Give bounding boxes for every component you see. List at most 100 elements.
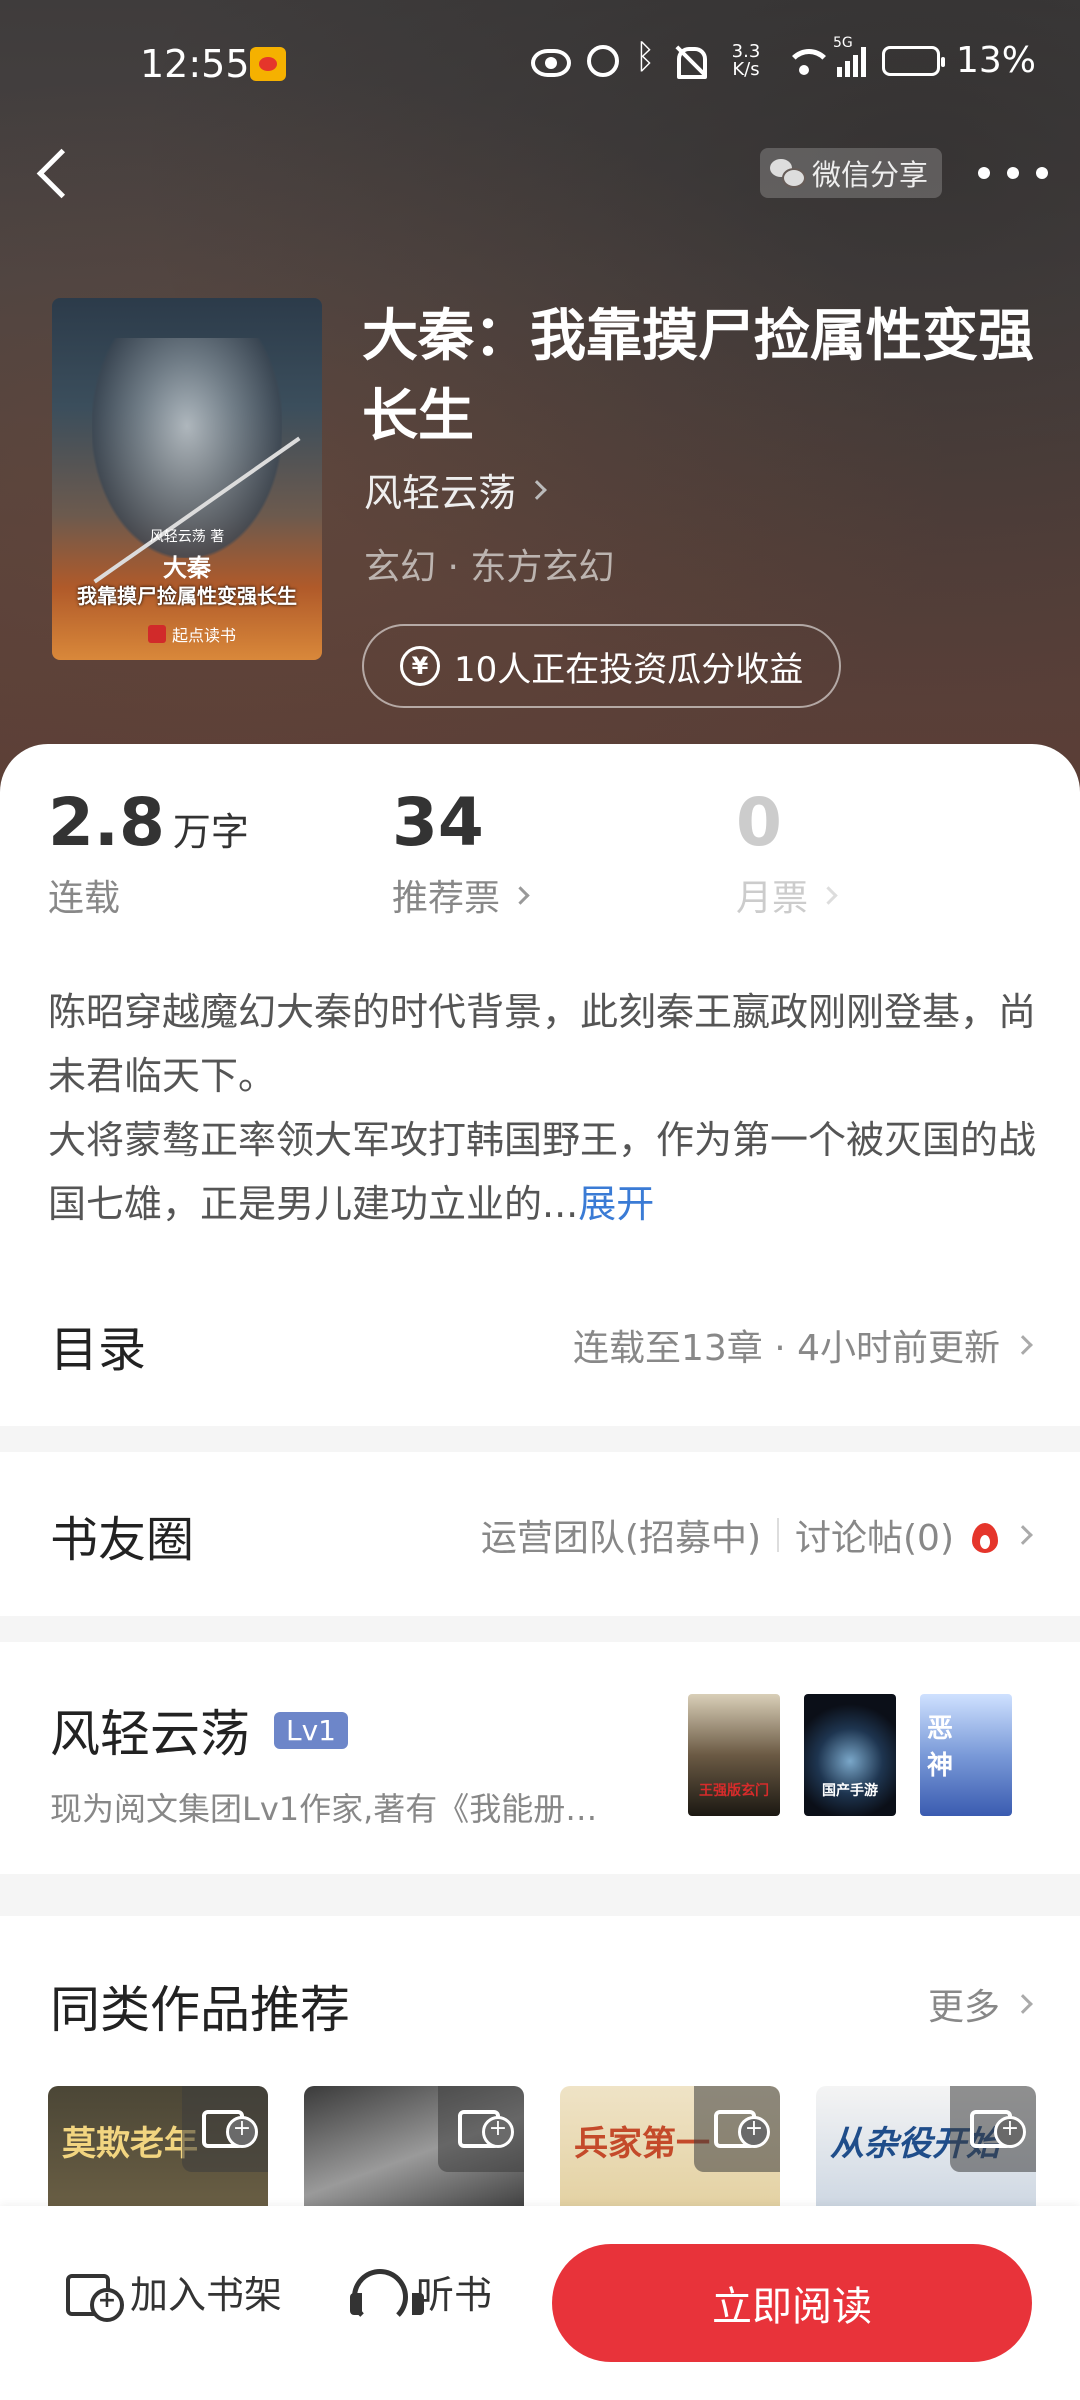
author-info[interactable]: 风轻云荡 Lv1 现为阅文集团Lv1作家,著有《我能册… <box>50 1694 650 1830</box>
author-section-name: 风轻云荡 <box>50 1705 250 1763</box>
author-book-title: 恶神 <box>926 1714 953 1781</box>
word-count-stat: 2.8 万字 连载 <box>48 784 249 921</box>
section-divider <box>0 1426 1080 1452</box>
status-time: 12:55 <box>140 42 250 86</box>
book-cover[interactable]: 风轻云荡 著 大秦 我靠摸尸捡属性变强长生 起点读书 <box>52 298 322 660</box>
cover-subtitle: 我靠摸尸捡属性变强长生 <box>77 584 297 608</box>
author-level-badge: Lv1 <box>274 1711 348 1749</box>
cell-signal-icon: 5G <box>833 35 866 77</box>
more-label: 更多 <box>927 1987 1000 2028</box>
wechat-share-button[interactable]: 微信分享 <box>760 148 943 198</box>
read-now-button[interactable]: 立即阅读 <box>552 2244 1032 2362</box>
cover-title: 大秦 <box>163 554 211 582</box>
word-count-unit: 万字 <box>172 810 249 854</box>
wechat-icon <box>770 159 806 188</box>
section-divider <box>0 1874 1080 1916</box>
add-to-shelf-icon[interactable] <box>950 2086 1036 2172</box>
recommended-book-title: 莫欺老年 <box>62 2124 198 2164</box>
recommended-book-card[interactable]: 兵家第一 <box>560 2086 780 2226</box>
weibo-icon <box>250 47 286 81</box>
cover-publisher: 起点读书 <box>148 622 236 646</box>
status-bar: 12:55 3.3 K/s 5G 13% <box>0 0 1080 130</box>
word-count-value: 2.8 <box>48 784 165 861</box>
synopsis-text: 陈昭穿越魔幻大秦的时代背景，此刻秦王嬴政刚刚登基，尚未君临天下。 大将蒙骜正率领… <box>48 990 1037 1226</box>
cover-author: 风轻云荡 著 <box>149 529 225 545</box>
add-to-shelf-button[interactable]: 加入书架 <box>64 2264 283 2322</box>
author-link[interactable]: 风轻云荡 <box>364 462 547 517</box>
bookshelf-add-icon <box>64 2270 124 2322</box>
catalog-row[interactable]: 目录 连载至13章 · 4小时前更新 <box>0 1300 1080 1390</box>
recommended-book-card[interactable] <box>304 2086 524 2226</box>
fire-icon <box>970 1517 1000 1553</box>
catalog-title: 目录 <box>50 1322 147 1378</box>
battery-percent: 13% <box>955 40 1036 81</box>
recommend-votes-value: 34 <box>392 784 484 861</box>
listen-button[interactable]: 听书 <box>348 2264 493 2325</box>
headphones-icon <box>348 2267 424 2325</box>
bottom-action-bar: 加入书架 听书 立即阅读 <box>0 2206 1080 2400</box>
chevron-right-icon <box>527 479 547 500</box>
book-genre: 玄幻 · 东方玄幻 <box>364 547 615 588</box>
author-book-title: 王强版玄门 <box>699 1783 769 1799</box>
back-button[interactable] <box>30 140 80 200</box>
network-type: 5G <box>832 34 853 51</box>
book-circle-row[interactable]: 书友圈 运营团队(招募中) 讨论帖(0) <box>0 1490 1080 1580</box>
net-speed-value: 3.3 <box>731 40 761 62</box>
battery-icon <box>881 45 945 76</box>
chevron-right-icon <box>1013 1994 1033 2014</box>
wifi-icon <box>784 43 833 79</box>
author-book-cover[interactable]: 恶神 <box>920 1694 1012 1816</box>
bluetooth-icon <box>635 37 655 79</box>
add-to-shelf-icon[interactable] <box>694 2086 780 2172</box>
qidian-logo-icon <box>148 625 166 643</box>
add-to-shelf-icon[interactable] <box>182 2086 268 2172</box>
invest-label: 10人正在投资瓜分收益 <box>454 649 804 690</box>
author-name: 风轻云荡 <box>364 471 517 515</box>
monthly-votes-stat[interactable]: 0 月票 <box>736 784 838 921</box>
net-speed: 3.3 K/s <box>723 40 769 80</box>
eye-icon <box>530 48 571 77</box>
recommended-book-card[interactable]: 莫欺老年 <box>48 2086 268 2226</box>
recommend-votes-stat[interactable]: 34 推荐票 <box>392 784 530 921</box>
book-circle-title: 书友圈 <box>50 1512 195 1568</box>
book-title: 大秦：我靠摸尸捡属性变强长生 <box>362 303 1034 449</box>
similar-works-more[interactable]: 更多 <box>927 1978 1033 2030</box>
book-synopsis[interactable]: 陈昭穿越魔幻大秦的时代背景，此刻秦王嬴政刚刚登基，尚未君临天下。 大将蒙骜正率领… <box>48 980 1038 1236</box>
similar-works-list: 莫欺老年 兵家第一 从杂役开始 <box>48 2086 1036 2226</box>
invest-button[interactable]: ¥ 10人正在投资瓜分收益 <box>362 624 842 708</box>
status-icons: 3.3 K/s 5G 13% <box>530 35 1036 81</box>
recommend-votes-label: 推荐票 <box>392 878 501 919</box>
add-to-shelf-icon[interactable] <box>438 2086 524 2172</box>
ops-team-label[interactable]: 运营团队(招募中) <box>481 1509 761 1561</box>
mute-bell-icon <box>671 43 707 79</box>
wechat-share-label: 微信分享 <box>812 158 929 192</box>
serial-status-label: 连载 <box>48 878 121 919</box>
monthly-votes-label: 月票 <box>736 878 809 919</box>
author-book-cover[interactable]: 王强版玄门 <box>688 1694 780 1816</box>
chevron-right-icon <box>511 885 530 905</box>
expand-link[interactable]: 展开 <box>578 1182 654 1226</box>
more-options-button[interactable] <box>978 148 1048 198</box>
net-speed-unit: K/s <box>732 58 760 80</box>
chevron-right-icon <box>1013 1335 1033 1355</box>
recommended-book-card[interactable]: 从杂役开始 <box>816 2086 1036 2226</box>
similar-works-title: 同类作品推荐 <box>50 1981 350 2039</box>
chevron-right-icon <box>1013 1525 1033 1545</box>
chevron-right-icon <box>819 885 838 905</box>
book-hero-header: 12:55 3.3 K/s 5G 13% 微信分享 风轻云荡 著 <box>0 0 1080 800</box>
add-to-shelf-label: 加入书架 <box>130 2273 283 2317</box>
author-book-title: 国产手游 <box>822 1783 878 1799</box>
yen-icon: ¥ <box>400 646 440 686</box>
monthly-votes-value: 0 <box>736 784 782 861</box>
cover-publisher-label: 起点读书 <box>172 626 237 645</box>
alarm-icon <box>586 44 619 77</box>
section-divider <box>0 1616 1080 1642</box>
author-book-cover[interactable]: 国产手游 <box>804 1694 896 1816</box>
catalog-meta: 连载至13章 · 4小时前更新 <box>572 1328 1000 1369</box>
discussion-posts-label[interactable]: 讨论帖(0) <box>795 1509 954 1561</box>
author-description: 现为阅文集团Lv1作家,著有《我能册… <box>50 1790 598 1828</box>
author-books: 王强版玄门 国产手游 恶神 <box>688 1694 1012 1816</box>
recommended-book-title: 兵家第一 <box>574 2124 710 2164</box>
listen-label: 听书 <box>416 2273 493 2317</box>
meta-divider <box>777 1518 779 1552</box>
